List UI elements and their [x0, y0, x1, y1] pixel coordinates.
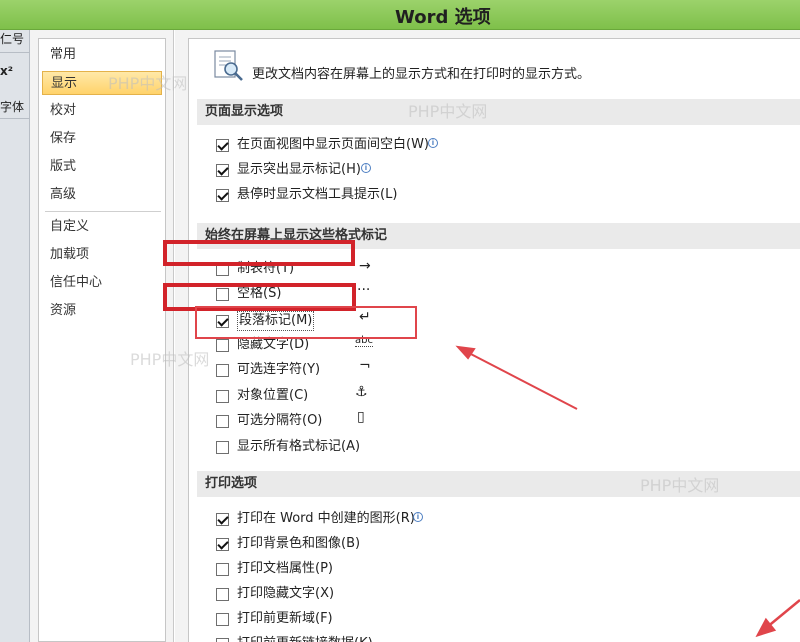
nav-item-resources[interactable]: 资源 [42, 299, 162, 323]
annotation-box [163, 240, 355, 266]
ribbon-fragment-font-size: 仁号 [0, 32, 25, 46]
optional-hyphen-mark-icon: ¬ [359, 358, 371, 374]
label-print-properties: 打印文档属性(P) [237, 561, 333, 576]
nav-item-customize[interactable]: 自定义 [42, 215, 162, 239]
annotation-box [195, 306, 417, 339]
nav-item-display[interactable]: 显示 [42, 71, 162, 95]
label-show-highlighter: 显示突出显示标记(H) [237, 162, 361, 177]
checkbox-show-all-marks[interactable] [216, 441, 229, 454]
checkbox-update-links[interactable] [216, 638, 229, 642]
nav-item-advanced[interactable]: 高级 [42, 183, 162, 207]
label-optional-breaks: 可选分隔符(O) [237, 413, 323, 428]
nav-separator [45, 211, 161, 212]
checkbox-show-tooltips[interactable] [216, 189, 229, 202]
info-icon: i [413, 512, 423, 522]
label-object-anchors: 对象位置(C) [237, 388, 309, 403]
checkbox-object-anchors[interactable] [216, 390, 229, 403]
nav-item-common[interactable]: 常用 [42, 43, 162, 67]
section-print-options: 打印选项 [197, 471, 800, 497]
space-mark-icon: ··· [357, 282, 371, 298]
ribbon-fragment-font: 字体 [0, 100, 25, 114]
options-content: 更改文档内容在屏幕上的显示方式和在打印时的显示方式。 页面显示选项 在页面视图中… [188, 38, 800, 642]
nav-item-proofing[interactable]: 校对 [42, 99, 162, 123]
ribbon-fragment-superscript: x² [0, 64, 13, 78]
label-show-whitespace: 在页面视图中显示页面间空白(W) [237, 137, 429, 152]
checkbox-print-properties[interactable] [216, 563, 229, 576]
page-description: 更改文档内容在屏幕上的显示方式和在打印时的显示方式。 [252, 67, 591, 82]
nav-item-addins[interactable]: 加载项 [42, 243, 162, 267]
label-optional-hyphens: 可选连字符(Y) [237, 362, 321, 377]
checkbox-print-background[interactable] [216, 538, 229, 551]
nav-item-trust-center[interactable]: 信任中心 [42, 271, 162, 295]
checkbox-hidden-text[interactable] [216, 339, 229, 352]
nav-item-layout[interactable]: 版式 [42, 155, 162, 179]
label-print-hidden-text: 打印隐藏文字(X) [237, 586, 335, 601]
label-update-fields: 打印前更新域(F) [237, 611, 333, 626]
info-icon: i [361, 163, 371, 173]
title-bar: Word 选项 [0, 0, 800, 30]
label-show-tooltips: 悬停时显示文档工具提示(L) [237, 187, 398, 202]
checkbox-optional-hyphens[interactable] [216, 364, 229, 377]
checkbox-update-fields[interactable] [216, 613, 229, 626]
checkbox-print-hidden-text[interactable] [216, 588, 229, 601]
label-print-background: 打印背景色和图像(B) [237, 536, 361, 551]
ribbon-divider [0, 52, 30, 53]
checkbox-optional-breaks[interactable] [216, 415, 229, 428]
tab-mark-icon: → [359, 258, 371, 274]
section-page-display: 页面显示选项 [197, 99, 800, 125]
background-ribbon-strip: 仁号 x² 字体 [0, 30, 30, 642]
window-title: Word 选项 [395, 7, 491, 28]
document-magnifier-icon [214, 50, 243, 81]
label-print-drawings: 打印在 Word 中创建的图形(R) [237, 511, 415, 526]
nav-panel: 常用 显示 校对 保存 版式 高级 自定义 加载项 信任中心 资源 [38, 38, 166, 642]
anchor-icon: ⚓ [355, 384, 368, 400]
checkbox-show-whitespace[interactable] [216, 139, 229, 152]
options-nav: 常用 显示 校对 保存 版式 高级 自定义 加载项 信任中心 资源 [30, 30, 174, 642]
label-update-links: 打印前更新链接数据(K) [237, 634, 373, 642]
optional-break-mark-icon: ▯ [357, 409, 365, 425]
label-show-all-marks: 显示所有格式标记(A) [237, 439, 361, 454]
ribbon-divider [0, 118, 30, 119]
nav-item-save[interactable]: 保存 [42, 127, 162, 151]
info-icon: i [428, 138, 438, 148]
checkbox-show-highlighter[interactable] [216, 164, 229, 177]
checkbox-print-drawings[interactable] [216, 513, 229, 526]
